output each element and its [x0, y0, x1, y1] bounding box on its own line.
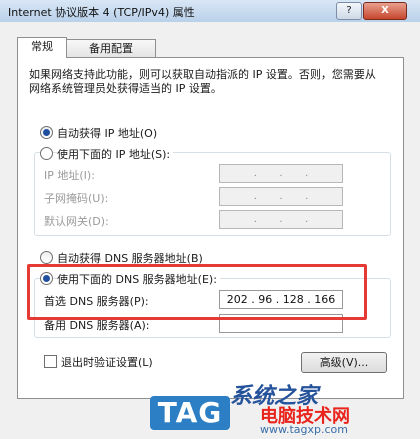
tab-alternate-config[interactable]: 备用配置	[66, 39, 156, 58]
ip-manual-label: 使用下面的 IP 地址(S):	[57, 146, 174, 162]
highlight-box	[27, 264, 367, 320]
default-gateway-field[interactable]: ...	[219, 210, 343, 229]
tab-general[interactable]: 常规	[17, 37, 67, 58]
tag-logo: TAG	[150, 396, 230, 430]
ip-address-label: IP 地址(I):	[44, 169, 95, 182]
window-title: Internet 协议版本 4 (TCP/IPv4) 属性	[8, 6, 195, 19]
dns-auto-radio[interactable]	[40, 251, 53, 264]
title-bar: Internet 协议版本 4 (TCP/IPv4) 属性 ? X	[0, 0, 420, 22]
subnet-mask-label: 子网掩码(U):	[44, 192, 109, 205]
close-button[interactable]: X	[363, 2, 407, 20]
ip-manual-radio[interactable]	[40, 147, 53, 160]
default-gateway-dots: ...	[253, 214, 309, 225]
watermark-url: www.tagxp.com	[260, 423, 348, 436]
ip-auto-radio[interactable]	[40, 126, 53, 139]
advanced-button[interactable]: 高级(V)...	[301, 352, 387, 373]
validate-checkbox[interactable]	[44, 355, 57, 368]
help-button[interactable]: ?	[336, 2, 362, 20]
default-gateway-label: 默认网关(D):	[44, 215, 109, 228]
ip-address-dots: ...	[253, 168, 309, 179]
subnet-mask-field[interactable]: ...	[219, 187, 343, 206]
ip-address-field[interactable]: ...	[219, 164, 343, 183]
ip-auto-label: 自动获得 IP 地址(O)	[57, 127, 158, 140]
subnet-mask-dots: ...	[253, 191, 309, 202]
validate-label: 退出时验证设置(L)	[61, 356, 153, 369]
watermark: TAG 系统之家 电脑技术网 www.tagxp.com	[150, 378, 420, 439]
description-text: 如果网络支持此功能，则可以获取自动指派的 IP 设置。否则，您需要从网络系统管理…	[29, 68, 376, 95]
